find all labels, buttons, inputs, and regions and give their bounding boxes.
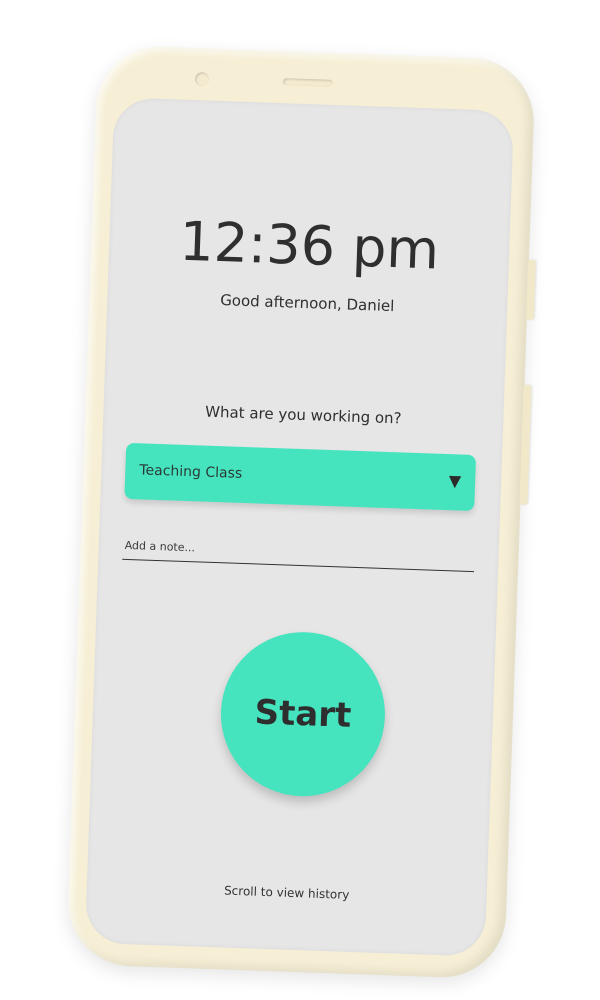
power-button (519, 384, 532, 505)
phone-device: 12:36 pm Good afternoon, Daniel What are… (66, 44, 536, 980)
start-button[interactable]: Start (218, 629, 388, 800)
scroll-history-hint: Scroll to view history (223, 883, 350, 902)
greeting-text: Good afternoon, Daniel (219, 291, 395, 316)
activity-dropdown[interactable]: Teaching Class ▼ (124, 442, 477, 512)
app-screen: 12:36 pm Good afternoon, Daniel What are… (84, 97, 515, 957)
volume-button (525, 259, 536, 321)
caret-down-icon: ▼ (448, 471, 462, 491)
clock-time: 12:36 pm (178, 209, 441, 282)
stage: 12:36 pm Good afternoon, Daniel What are… (0, 0, 600, 1000)
front-camera (194, 72, 210, 87)
note-input[interactable] (122, 527, 476, 573)
activity-selected-value: Teaching Class (139, 462, 243, 482)
activity-question: What are you working on? (204, 402, 402, 428)
earpiece-speaker (282, 78, 334, 87)
